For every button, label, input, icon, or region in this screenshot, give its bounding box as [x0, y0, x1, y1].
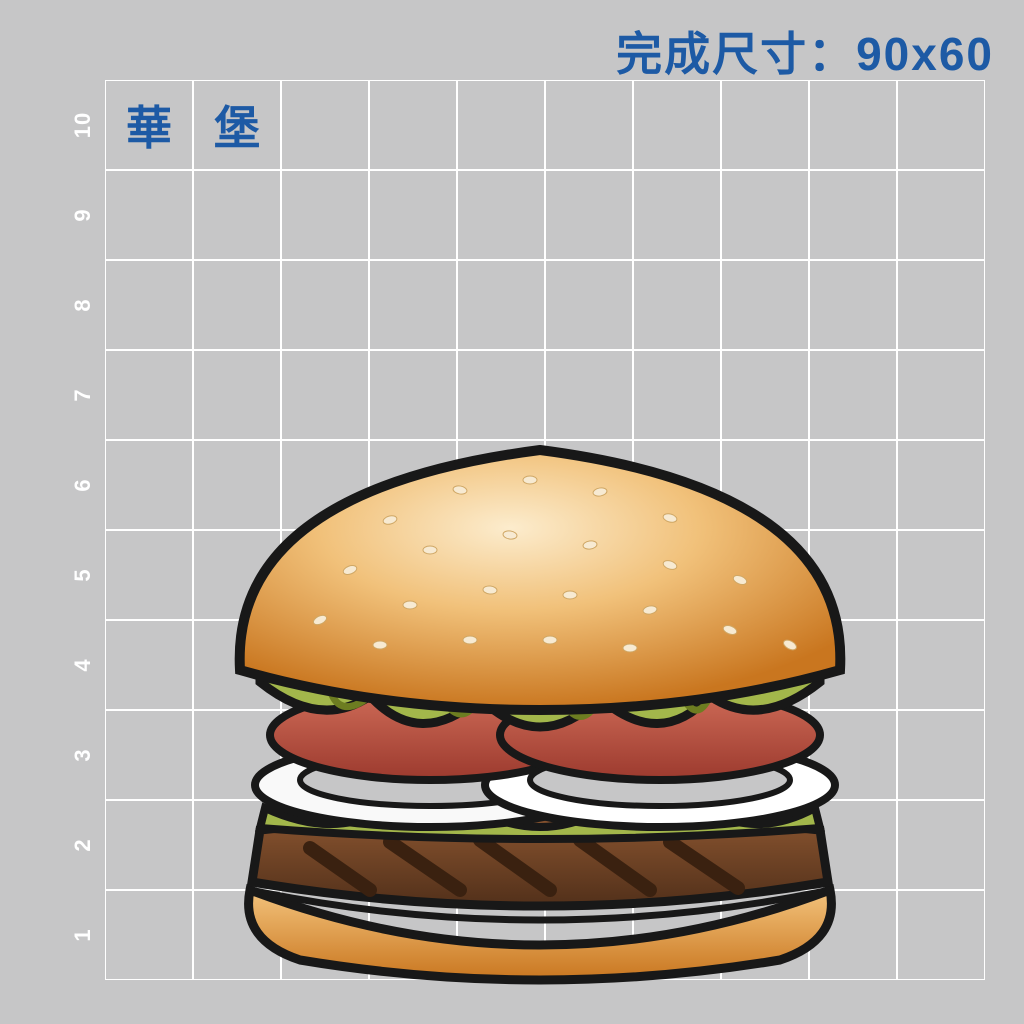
grid-cell	[809, 80, 897, 170]
grid-cell	[105, 170, 193, 260]
grid-cell	[897, 260, 985, 350]
y-tick: 8	[70, 298, 96, 311]
grid-cell	[281, 350, 369, 440]
grid-cell	[457, 350, 545, 440]
grid-cell	[105, 350, 193, 440]
grid-cell	[633, 260, 721, 350]
y-tick: 10	[70, 112, 96, 138]
grid-cell	[809, 350, 897, 440]
grid-cell	[721, 260, 809, 350]
y-tick: 9	[70, 208, 96, 221]
grid-cell	[721, 80, 809, 170]
grid-cell	[105, 260, 193, 350]
grid-cell	[809, 170, 897, 260]
header-size-label: 完成尺寸：90x60	[616, 18, 994, 84]
grid-cell	[897, 620, 985, 710]
y-tick: 7	[70, 388, 96, 401]
grid-cell	[457, 170, 545, 260]
y-tick: 2	[70, 838, 96, 851]
grid-cell	[193, 260, 281, 350]
row-label-glyph: 華	[126, 92, 172, 158]
grid-cell	[193, 170, 281, 260]
grid-cell	[369, 260, 457, 350]
grid-cell	[897, 800, 985, 890]
grid-cell	[193, 350, 281, 440]
grid-cell	[545, 170, 633, 260]
grid-cell	[897, 530, 985, 620]
grid-cell	[457, 260, 545, 350]
y-tick: 4	[70, 658, 96, 671]
grid-cell	[369, 350, 457, 440]
grid-cell	[633, 170, 721, 260]
grid-cell	[545, 260, 633, 350]
header-prefix: 完成尺寸：	[616, 28, 856, 80]
grid-cell	[633, 80, 721, 170]
grid-cell	[897, 440, 985, 530]
grid-cell	[633, 350, 721, 440]
grid-cell	[897, 890, 985, 980]
grid-cell	[281, 260, 369, 350]
grid-cell	[897, 710, 985, 800]
hamburger-illustration	[180, 430, 900, 990]
y-tick: 6	[70, 478, 96, 491]
grid-cell	[457, 80, 545, 170]
grid-cell	[281, 80, 369, 170]
grid-cell	[281, 170, 369, 260]
grid-cell	[721, 350, 809, 440]
top-bun	[240, 450, 841, 710]
grid-cell	[897, 350, 985, 440]
stage: 完成尺寸：90x60 1 2 3 4 5 6 7 8 9 10 華堡	[0, 0, 1024, 1024]
row-label-glyph: 堡	[214, 92, 260, 158]
grid-cell	[721, 170, 809, 260]
y-tick: 3	[70, 748, 96, 761]
grid-cell	[897, 170, 985, 260]
y-tick: 5	[70, 568, 96, 581]
y-tick: 1	[70, 928, 96, 941]
grid-cell	[369, 80, 457, 170]
grid-cell	[897, 80, 985, 170]
header-dimensions: 90x60	[856, 28, 994, 80]
grid-cell	[545, 350, 633, 440]
grid-cell	[369, 170, 457, 260]
grid-cell	[545, 80, 633, 170]
grid-cell	[809, 260, 897, 350]
